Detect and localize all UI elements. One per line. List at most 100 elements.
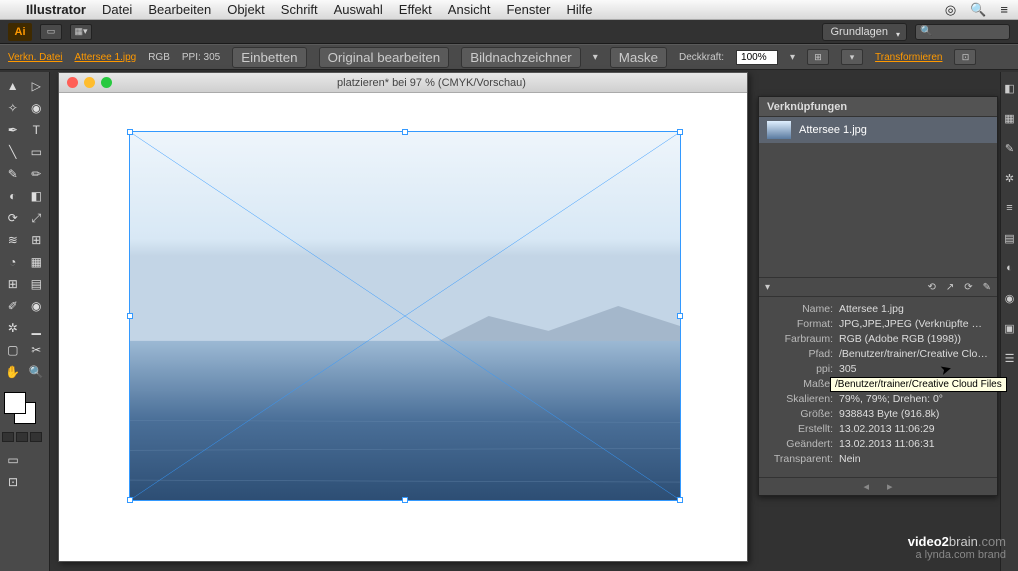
- gradient-mode-icon[interactable]: [16, 432, 28, 442]
- menu-datei[interactable]: Datei: [102, 2, 132, 17]
- image-trace-button[interactable]: Bildnachzeichner: [461, 47, 581, 68]
- slice-tool-icon[interactable]: ✂: [26, 340, 48, 360]
- stroke-panel-icon[interactable]: ≡: [1003, 202, 1017, 216]
- mask-button[interactable]: Maske: [610, 47, 667, 68]
- edit-original-icon[interactable]: ✎: [983, 282, 991, 293]
- spotlight-icon[interactable]: 🔍: [970, 2, 986, 18]
- handle-mr[interactable]: [677, 313, 683, 319]
- screen-mode-icon[interactable]: ▭: [2, 450, 24, 470]
- placed-image[interactable]: [129, 131, 681, 501]
- links-panel-tab[interactable]: Verknüpfungen: [759, 97, 997, 117]
- blob-brush-tool-icon[interactable]: ◐: [2, 186, 24, 206]
- opacity-arrow-icon[interactable]: ▾: [790, 52, 795, 63]
- pencil-tool-icon[interactable]: ✏: [26, 164, 48, 184]
- doc-arrange-icon[interactable]: ▭: [40, 24, 62, 40]
- menu-ansicht[interactable]: Ansicht: [448, 2, 491, 17]
- shape-builder-tool-icon[interactable]: ◔: [2, 252, 24, 272]
- window-minimize-icon[interactable]: [84, 77, 95, 88]
- menu-hilfe[interactable]: Hilfe: [567, 2, 593, 17]
- cc-icon[interactable]: ◎: [945, 2, 956, 18]
- window-close-icon[interactable]: [67, 77, 78, 88]
- graph-tool-icon[interactable]: ▁: [26, 318, 48, 338]
- eraser-tool-icon[interactable]: ◧: [26, 186, 48, 206]
- menu-schrift[interactable]: Schrift: [281, 2, 318, 17]
- color-mode-icon[interactable]: [2, 432, 14, 442]
- none-mode-icon[interactable]: [30, 432, 42, 442]
- brushes-panel-icon[interactable]: ✎: [1003, 142, 1017, 156]
- eyedropper-tool-icon[interactable]: ✐: [2, 296, 24, 316]
- handle-tm[interactable]: [402, 129, 408, 135]
- handle-tr[interactable]: [677, 129, 683, 135]
- ai-logo-icon[interactable]: Ai: [8, 23, 32, 41]
- magic-wand-tool-icon[interactable]: ✧: [2, 98, 24, 118]
- link-item[interactable]: Attersee 1.jpg: [759, 117, 997, 143]
- paintbrush-tool-icon[interactable]: ✎: [2, 164, 24, 184]
- gradient-panel-icon[interactable]: ▤: [1003, 232, 1017, 246]
- perspective-tool-icon[interactable]: ▦: [26, 252, 48, 272]
- width-tool-icon[interactable]: ≋: [2, 230, 24, 250]
- lasso-tool-icon[interactable]: ◉: [26, 98, 48, 118]
- align-icon[interactable]: ⊞: [807, 49, 829, 65]
- image-trace-arrow-icon[interactable]: ▾: [593, 52, 598, 63]
- handle-bl[interactable]: [127, 497, 133, 503]
- menu-fenster[interactable]: Fenster: [506, 2, 550, 17]
- swatches-panel-icon[interactable]: ▦: [1003, 112, 1017, 126]
- zoom-tool-icon[interactable]: 🔍: [26, 362, 48, 382]
- menu-bearbeiten[interactable]: Bearbeiten: [148, 2, 211, 17]
- app-name[interactable]: Illustrator: [26, 2, 86, 17]
- symbols-panel-icon[interactable]: ✲: [1003, 172, 1017, 186]
- selection-tool-icon[interactable]: ▲: [2, 76, 24, 96]
- scale-tool-icon[interactable]: ⤢: [26, 208, 48, 228]
- symbol-sprayer-tool-icon[interactable]: ✲: [2, 318, 24, 338]
- pen-tool-icon[interactable]: ✒: [2, 120, 24, 140]
- menu-extra-icon[interactable]: ≡: [1000, 2, 1008, 17]
- gradient-tool-icon[interactable]: ▤: [26, 274, 48, 294]
- layers-panel-icon[interactable]: ☰: [1003, 352, 1017, 366]
- transparency-panel-icon[interactable]: ◐: [1003, 262, 1017, 276]
- transform-options-icon[interactable]: ⊡: [954, 49, 976, 65]
- fill-stroke-swatch[interactable]: [2, 390, 42, 424]
- fill-swatch[interactable]: [4, 392, 26, 414]
- rotate-tool-icon[interactable]: ⟳: [2, 208, 24, 228]
- menu-objekt[interactable]: Objekt: [227, 2, 265, 17]
- handle-bm[interactable]: [402, 497, 408, 503]
- canvas[interactable]: [59, 93, 747, 561]
- links-list[interactable]: Attersee 1.jpg: [759, 117, 997, 277]
- prev-link-icon[interactable]: ◂: [863, 480, 869, 493]
- free-transform-tool-icon[interactable]: ⊞: [26, 230, 48, 250]
- goto-link-icon[interactable]: ↗: [946, 282, 954, 293]
- hand-tool-icon[interactable]: ✋: [2, 362, 24, 382]
- menu-effekt[interactable]: Effekt: [399, 2, 432, 17]
- direct-selection-tool-icon[interactable]: ▷: [26, 76, 48, 96]
- linked-filename[interactable]: Attersee 1.jpg: [74, 52, 136, 63]
- rectangle-tool-icon[interactable]: ▭: [26, 142, 48, 162]
- doc-grid-icon[interactable]: ▦▾: [70, 24, 92, 40]
- artboard-tool-icon[interactable]: ▢: [2, 340, 24, 360]
- line-tool-icon[interactable]: ╲: [2, 142, 24, 162]
- workspace-switcher[interactable]: Grundlagen ▾: [822, 23, 908, 41]
- window-zoom-icon[interactable]: [101, 77, 112, 88]
- search-input[interactable]: 🔍: [915, 24, 1010, 40]
- update-link-icon[interactable]: ⟳: [964, 282, 972, 293]
- graphic-styles-panel-icon[interactable]: ▣: [1003, 322, 1017, 336]
- handle-tl[interactable]: [127, 129, 133, 135]
- appearance-panel-icon[interactable]: ◉: [1003, 292, 1017, 306]
- next-link-icon[interactable]: ▸: [887, 480, 893, 493]
- edit-toolbar-icon[interactable]: ⊡: [2, 472, 24, 492]
- blend-tool-icon[interactable]: ◉: [26, 296, 48, 316]
- linked-file-label[interactable]: Verkn. Datei: [8, 52, 62, 63]
- val-path[interactable]: /Benutzer/trainer/Creative Cloud Files📁: [839, 348, 989, 360]
- embed-button[interactable]: Einbetten: [232, 47, 306, 68]
- align-arrow-icon[interactable]: ▾: [841, 49, 863, 65]
- triangle-toggle-icon[interactable]: ▾: [765, 282, 770, 293]
- document-titlebar[interactable]: platzieren* bei 97 % (CMYK/Vorschau): [59, 73, 747, 93]
- mesh-tool-icon[interactable]: ⊞: [2, 274, 24, 294]
- handle-ml[interactable]: [127, 313, 133, 319]
- opacity-input[interactable]: 100%: [736, 50, 778, 65]
- type-tool-icon[interactable]: T: [26, 120, 48, 140]
- edit-original-button[interactable]: Original bearbeiten: [319, 47, 450, 68]
- menu-auswahl[interactable]: Auswahl: [334, 2, 383, 17]
- transform-link[interactable]: Transformieren: [875, 52, 942, 63]
- handle-br[interactable]: [677, 497, 683, 503]
- relink-icon[interactable]: ⟲: [927, 282, 935, 293]
